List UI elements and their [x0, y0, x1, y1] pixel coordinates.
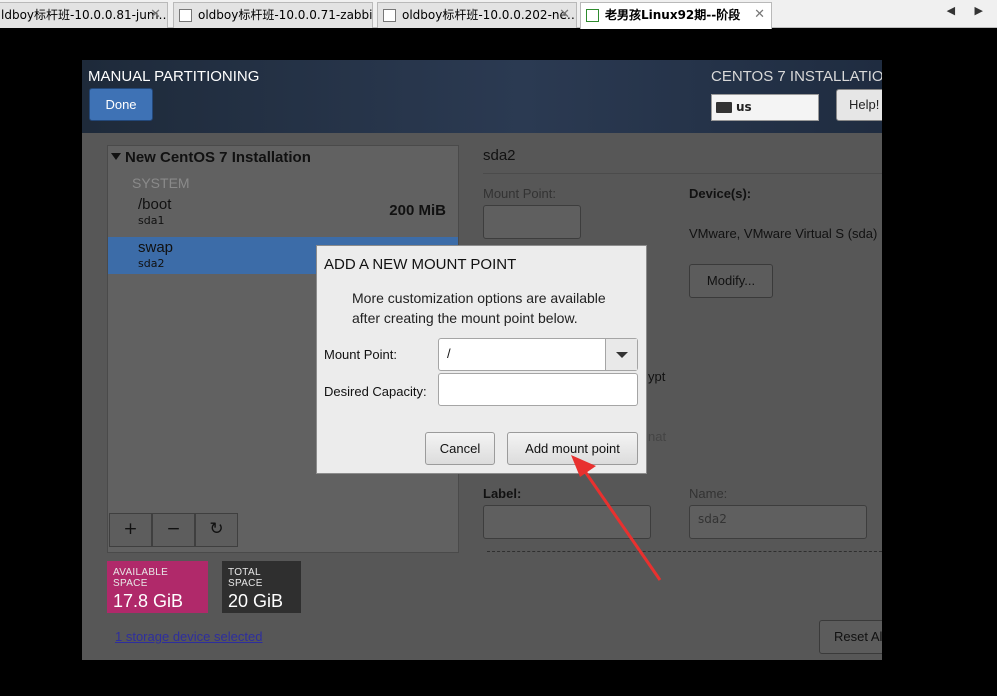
close-icon[interactable]: ✕	[559, 3, 570, 27]
device-value: VMware, VMware Virtual S (sda)	[689, 226, 878, 241]
close-icon[interactable]: ✕	[150, 3, 161, 27]
tab-label: oldboy标杆班-10.0.0.202-ne…	[402, 8, 577, 22]
vm-icon	[179, 9, 192, 22]
name-label: Name:	[689, 486, 728, 501]
mount-point-field[interactable]	[483, 205, 581, 239]
browser-tab[interactable]: ldboy标杆班-10.0.0.81-jum… ✕	[0, 2, 168, 28]
label-label: Label:	[483, 486, 522, 501]
installer-header: MANUAL PARTITIONING CENTOS 7 INSTALLATIO…	[82, 60, 882, 133]
mount-toolbar: + − ↻	[109, 511, 238, 549]
add-mount-point-button[interactable]: Add mount point	[507, 432, 638, 465]
total-space-badge: TOTAL SPACE 20 GiB	[222, 561, 301, 613]
desired-capacity-input[interactable]	[438, 373, 638, 406]
mount-point-value: /	[447, 346, 451, 361]
browser-tab-active[interactable]: 老男孩Linux92期--阶段 ✕	[580, 2, 772, 29]
available-space-label: AVAILABLE SPACE	[113, 567, 169, 589]
divider	[483, 173, 882, 174]
tab-label: oldboy标杆班-10.0.0.71-zabbix	[198, 8, 373, 22]
dialog-description-line: after creating the mount point below.	[352, 310, 578, 326]
tab-label: 老男孩Linux92期--阶段	[605, 8, 741, 22]
help-button[interactable]: Help!	[836, 89, 882, 121]
page-title: MANUAL PARTITIONING	[88, 68, 260, 85]
name-field[interactable]: sda2	[689, 505, 867, 539]
keyboard-icon	[716, 102, 732, 113]
mount-name: swap	[138, 239, 174, 256]
mount-name: /boot	[138, 196, 172, 213]
tab-scroll-arrows[interactable]: ◀ ▶	[947, 4, 991, 17]
done-button[interactable]: Done	[89, 88, 153, 121]
keyboard-layout-label: us	[736, 100, 752, 114]
encrypt-label-partial: ypt	[648, 369, 666, 384]
product-title: CENTOS 7 INSTALLATIO	[711, 68, 882, 85]
mount-size: 200 MiB	[389, 202, 446, 219]
modify-button[interactable]: Modify...	[689, 264, 773, 298]
installation-title: New CentOS 7 Installation	[125, 149, 311, 166]
remove-mount-button[interactable]: −	[152, 513, 195, 547]
mount-point-label: Mount Point:	[324, 347, 397, 362]
add-mount-point-dialog: ADD A NEW MOUNT POINT More customization…	[316, 245, 647, 474]
vm-icon	[586, 9, 599, 22]
tab-label: ldboy标杆班-10.0.0.81-jum…	[1, 8, 168, 22]
dialog-title: ADD A NEW MOUNT POINT	[324, 256, 517, 273]
refresh-button[interactable]: ↻	[195, 513, 238, 547]
label-field[interactable]	[483, 505, 651, 539]
available-space-badge: AVAILABLE SPACE 17.8 GiB	[107, 561, 208, 613]
mount-device: sda2	[138, 257, 165, 270]
close-icon[interactable]: ✕	[754, 3, 765, 27]
reset-all-button[interactable]: Reset Al	[819, 620, 882, 654]
section-label: SYSTEM	[132, 175, 190, 191]
devices-label: Device(s):	[689, 186, 752, 201]
format-label-partial: nat	[648, 429, 667, 444]
mount-row-boot[interactable]: /boot sda1 200 MiB	[108, 194, 458, 231]
dialog-description-line: More customization options are available	[352, 290, 606, 306]
installation-header[interactable]: New CentOS 7 Installation	[111, 149, 311, 166]
mount-point-combobox[interactable]: /	[438, 338, 638, 371]
details-title: sda2	[483, 147, 516, 164]
vm-icon	[383, 9, 396, 22]
desired-capacity-label: Desired Capacity:	[324, 384, 427, 399]
total-space-label: TOTAL SPACE	[228, 567, 263, 589]
storage-device-link[interactable]: 1 storage device selected	[115, 629, 262, 644]
cancel-button[interactable]: Cancel	[425, 432, 495, 465]
keyboard-layout-indicator[interactable]: us	[711, 94, 819, 121]
add-mount-button[interactable]: +	[109, 513, 152, 547]
mount-point-label: Mount Point:	[483, 186, 556, 201]
browser-tab[interactable]: oldboy标杆班-10.0.0.71-zabbix	[173, 2, 373, 28]
mount-device: sda1	[138, 214, 165, 227]
total-space-value: 20 GiB	[228, 591, 284, 611]
collapse-triangle-icon[interactable]	[111, 153, 121, 160]
dashed-divider	[487, 551, 882, 552]
dialog-description: More customization options are available…	[352, 288, 632, 328]
browser-tab[interactable]: oldboy标杆班-10.0.0.202-ne… ✕	[377, 2, 577, 28]
chevron-down-icon[interactable]	[605, 339, 637, 370]
available-space-value: 17.8 GiB	[113, 591, 184, 611]
browser-tab-bar: ldboy标杆班-10.0.0.81-jum… ✕ oldboy标杆班-10.0…	[0, 0, 997, 29]
